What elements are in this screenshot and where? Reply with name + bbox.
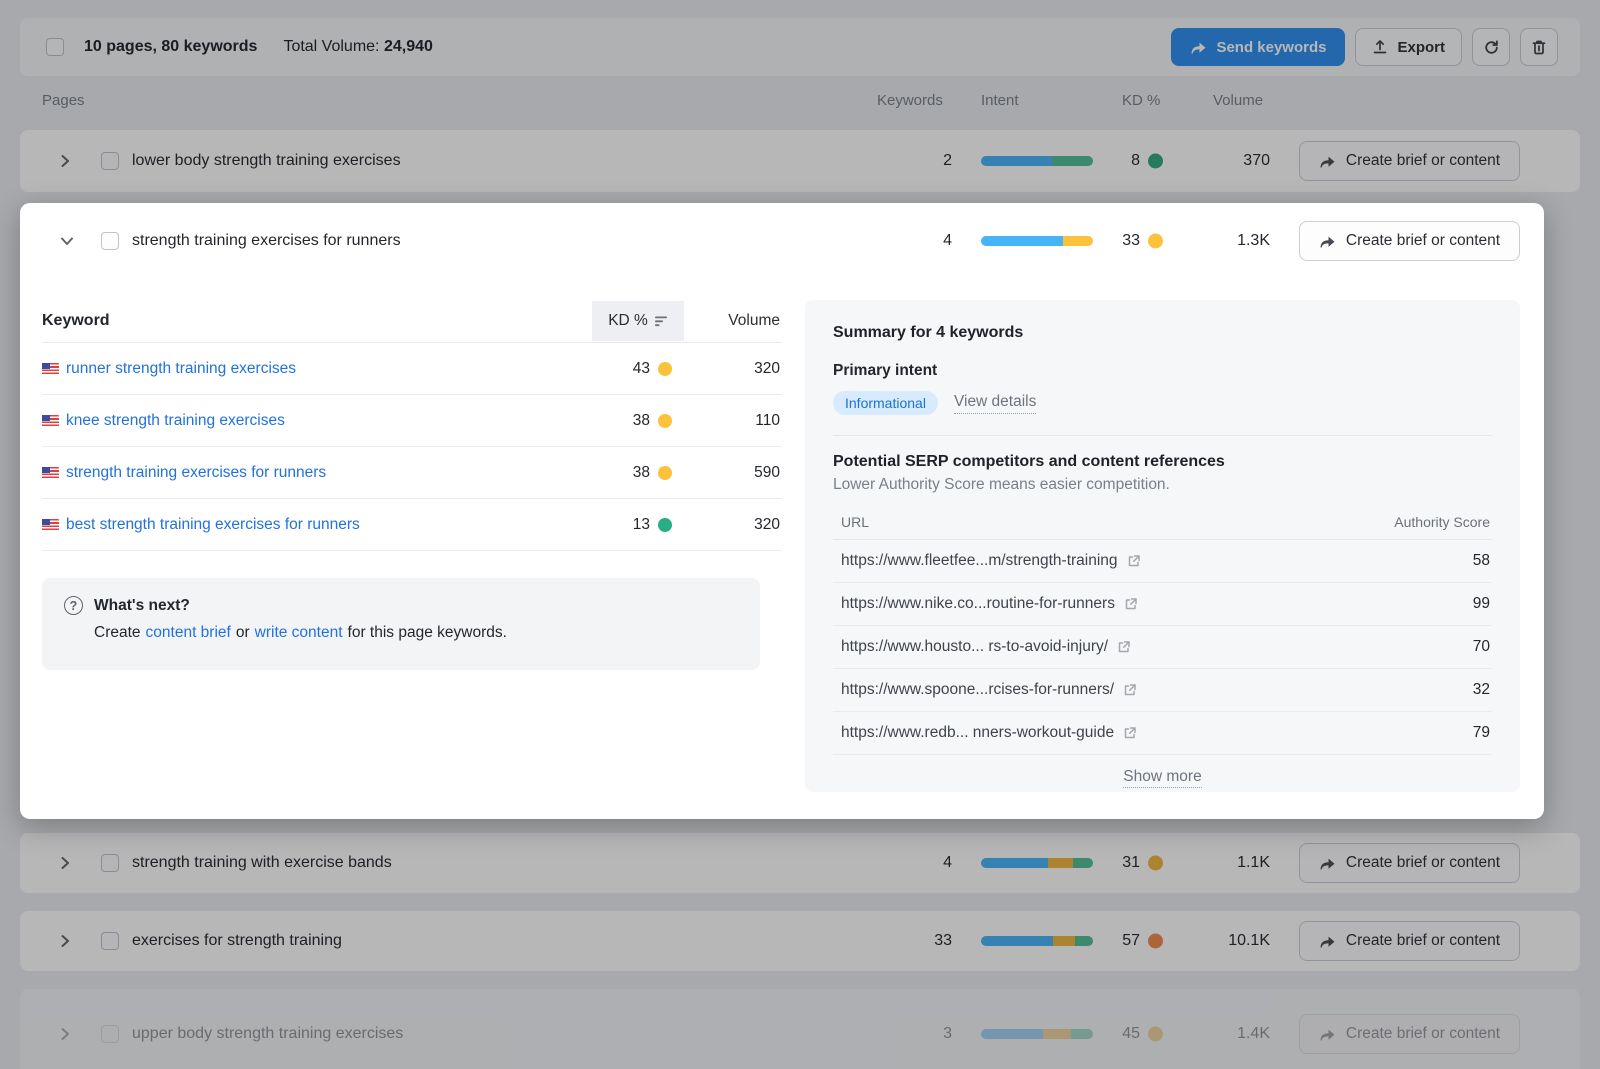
keyword-link[interactable]: knee strength training exercises bbox=[66, 412, 285, 430]
show-more-link[interactable]: Show more bbox=[1123, 768, 1201, 788]
kd-dot bbox=[658, 518, 672, 532]
kd-dot bbox=[658, 414, 672, 428]
volume-value: 1.3K bbox=[1190, 232, 1270, 250]
keyword-row: runner strength training exercises 43 32… bbox=[42, 343, 782, 395]
create-brief-label: Create brief or content bbox=[1346, 232, 1500, 250]
keyword-row: knee strength training exercises 38 110 bbox=[42, 395, 782, 447]
kd-value: 43 bbox=[582, 360, 650, 378]
sort-desc-icon bbox=[655, 316, 668, 327]
external-link-icon[interactable] bbox=[1123, 683, 1137, 697]
send-arrow-icon bbox=[1319, 234, 1336, 249]
kd-value: 38 bbox=[582, 464, 650, 482]
authority-score: 70 bbox=[1473, 638, 1490, 656]
kd-value: 33 bbox=[1070, 232, 1140, 250]
volume-column-header: Volume bbox=[692, 312, 780, 330]
question-circle-icon: ? bbox=[64, 596, 83, 615]
write-content-link[interactable]: write content bbox=[255, 624, 343, 642]
authority-score-column-header: Authority Score bbox=[1394, 514, 1490, 530]
competitor-url: https://www.spoone...rcises-for-runners/ bbox=[841, 681, 1114, 699]
volume-value: 110 bbox=[692, 412, 780, 430]
kd-dot bbox=[658, 466, 672, 480]
keyword-link[interactable]: strength training exercises for runners bbox=[66, 464, 326, 482]
competitor-row: https://www.spoone...rcises-for-runners/… bbox=[833, 669, 1492, 712]
page-title: strength training exercises for runners bbox=[132, 232, 401, 250]
kd-value: 13 bbox=[582, 516, 650, 534]
summary-panel: Summary for 4 keywords Primary intent In… bbox=[805, 300, 1520, 792]
authority-score: 79 bbox=[1473, 724, 1490, 742]
create-brief-button[interactable]: Create brief or content bbox=[1299, 221, 1520, 261]
keywords-count: 4 bbox=[892, 232, 952, 250]
row-checkbox[interactable] bbox=[101, 232, 119, 250]
chevron-down-icon[interactable] bbox=[60, 236, 74, 246]
external-link-icon[interactable] bbox=[1117, 640, 1131, 654]
primary-intent-label: Primary intent bbox=[833, 362, 1492, 380]
serp-competitors-subtitle: Lower Authority Score means easier compe… bbox=[833, 476, 1492, 494]
kd-dot bbox=[658, 362, 672, 376]
whats-next-box: ? What's next? Create content brief or w… bbox=[42, 578, 760, 670]
competitor-url: https://www.nike.co...routine-for-runner… bbox=[841, 595, 1115, 613]
us-flag-icon bbox=[42, 363, 59, 375]
volume-value: 320 bbox=[692, 360, 780, 378]
keyword-link[interactable]: best strength training exercises for run… bbox=[66, 516, 360, 534]
competitor-row: https://www.redb... nners-workout-guide … bbox=[833, 712, 1492, 755]
us-flag-icon bbox=[42, 467, 59, 479]
us-flag-icon bbox=[42, 519, 59, 531]
competitor-row: https://www.nike.co...routine-for-runner… bbox=[833, 583, 1492, 626]
volume-value: 590 bbox=[692, 464, 780, 482]
external-link-icon[interactable] bbox=[1123, 726, 1137, 740]
expanded-page-card: strength training exercises for runners … bbox=[20, 203, 1544, 819]
whats-next-or: or bbox=[236, 624, 250, 642]
kd-value: 38 bbox=[582, 412, 650, 430]
keyword-column-header: Keyword bbox=[42, 312, 110, 330]
divider bbox=[833, 435, 1492, 436]
keyword-row: best strength training exercises for run… bbox=[42, 499, 782, 551]
summary-title: Summary for 4 keywords bbox=[833, 324, 1492, 342]
authority-score: 32 bbox=[1473, 681, 1490, 699]
authority-score: 99 bbox=[1473, 595, 1490, 613]
us-flag-icon bbox=[42, 415, 59, 427]
authority-score: 58 bbox=[1473, 552, 1490, 570]
intent-badge: Informational bbox=[833, 391, 938, 415]
competitor-row: https://www.housto... rs-to-avoid-injury… bbox=[833, 626, 1492, 669]
keyword-table-header: Keyword KD % Volume bbox=[42, 299, 782, 343]
kd-column-label: KD % bbox=[608, 312, 648, 330]
competitor-row: https://www.fleetfee...m/strength-traini… bbox=[833, 540, 1492, 583]
external-link-icon[interactable] bbox=[1127, 554, 1141, 568]
keyword-manager-screen: 10 pages, 80 keywords Total Volume: 24,9… bbox=[0, 0, 1600, 1069]
external-link-icon[interactable] bbox=[1124, 597, 1138, 611]
kd-dot bbox=[1148, 234, 1163, 249]
whats-next-title: What's next? bbox=[94, 597, 190, 615]
expanded-row-header[interactable]: strength training exercises for runners … bbox=[20, 203, 1544, 279]
keyword-link[interactable]: runner strength training exercises bbox=[66, 360, 296, 378]
serp-competitors-title: Potential SERP competitors and content r… bbox=[833, 453, 1492, 471]
whats-next-text: Create content brief or write content fo… bbox=[94, 624, 738, 642]
whats-next-suffix: for this page keywords. bbox=[348, 624, 507, 642]
kd-column-header-sorted[interactable]: KD % bbox=[592, 301, 684, 341]
competitors-table-header: URL Authority Score bbox=[833, 514, 1492, 540]
whats-next-prefix: Create bbox=[94, 624, 141, 642]
competitor-url: https://www.fleetfee...m/strength-traini… bbox=[841, 552, 1118, 570]
view-details-link[interactable]: View details bbox=[954, 393, 1036, 414]
keyword-row: strength training exercises for runners … bbox=[42, 447, 782, 499]
volume-value: 320 bbox=[692, 516, 780, 534]
url-column-header: URL bbox=[841, 514, 869, 530]
competitor-url: https://www.redb... nners-workout-guide bbox=[841, 724, 1114, 742]
keyword-table: Keyword KD % Volume runner strength trai… bbox=[42, 299, 782, 551]
competitor-url: https://www.housto... rs-to-avoid-injury… bbox=[841, 638, 1108, 656]
content-brief-link[interactable]: content brief bbox=[146, 624, 231, 642]
